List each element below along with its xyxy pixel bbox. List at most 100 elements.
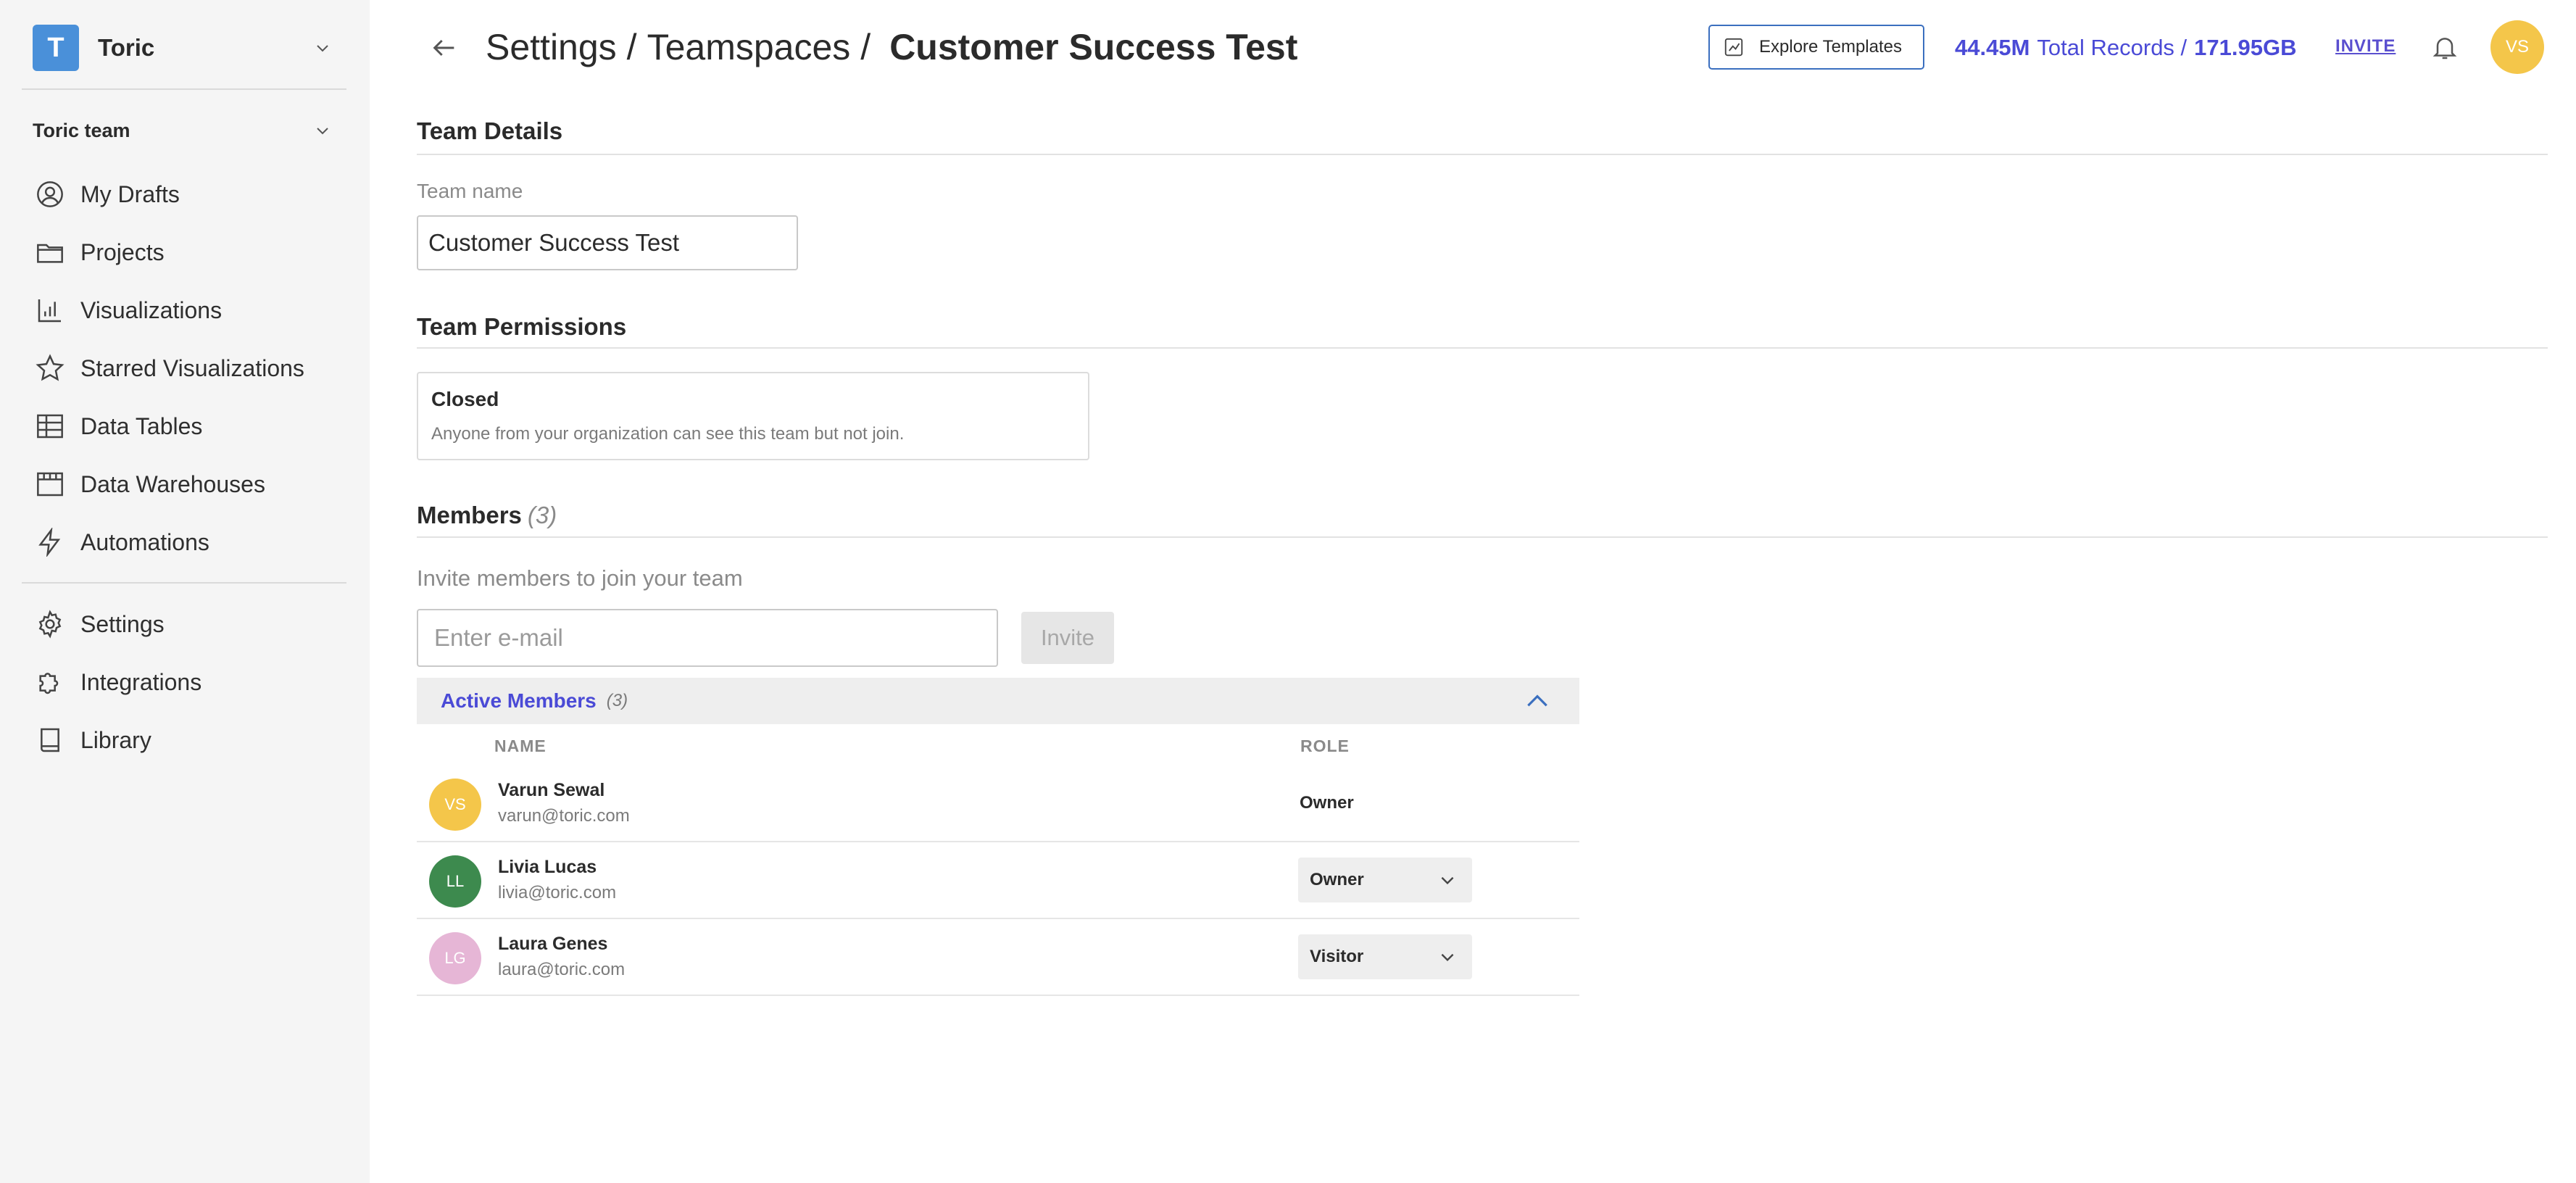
- member-name: Livia Lucas: [498, 857, 597, 877]
- folder-icon: [33, 235, 67, 270]
- sidebar-item-label: Starred Visualizations: [80, 354, 304, 381]
- members-title-text: Members: [417, 502, 522, 528]
- warehouse-icon: [33, 467, 67, 502]
- sidebar-item-visualizations[interactable]: Visualizations: [33, 287, 344, 333]
- role-select[interactable]: Owner: [1298, 858, 1472, 902]
- chevron-up-icon: [1523, 686, 1552, 715]
- sidebar-item-projects[interactable]: Projects: [33, 229, 344, 275]
- permission-description: Anyone from your organization can see th…: [431, 424, 905, 444]
- active-members-count: (3): [606, 691, 628, 710]
- sidebar-item-label: Data Warehouses: [80, 470, 265, 497]
- active-members-header[interactable]: Active Members (3): [417, 678, 1579, 724]
- section-divider: [417, 154, 2548, 155]
- user-circle-icon: [33, 177, 67, 212]
- chevron-down-icon: [308, 116, 337, 145]
- sidebar-item-label: Settings: [80, 610, 165, 637]
- sidebar-item-label: Data Tables: [80, 412, 203, 439]
- avatar: LG: [429, 932, 481, 984]
- sidebar-item-starred-visualizations[interactable]: Starred Visualizations: [33, 345, 344, 391]
- sidebar-item-my-drafts[interactable]: My Drafts: [33, 171, 344, 217]
- invite-button[interactable]: Invite: [1021, 612, 1114, 664]
- workspace-name: Toric: [98, 34, 155, 61]
- breadcrumb: Settings / Teamspaces / Customer Success…: [486, 23, 1297, 71]
- permission-title: Closed: [431, 388, 499, 410]
- member-name: Varun Sewal: [498, 780, 605, 800]
- members-count: (3): [527, 502, 557, 528]
- bolt-icon: [33, 525, 67, 560]
- permission-option-closed[interactable]: Closed Anyone from your organization can…: [417, 372, 1089, 460]
- sidebar-item-data-warehouses[interactable]: Data Warehouses: [33, 461, 344, 507]
- role-select-value: Owner: [1310, 870, 1364, 889]
- member-row: VS Varun Sewal varun@toric.com Owner: [417, 765, 1579, 842]
- members-title: Members (3): [417, 502, 557, 529]
- arrow-left-icon: [433, 39, 454, 57]
- records-label: Total Records /: [2037, 35, 2187, 60]
- storage-size: 171.95GB: [2194, 35, 2297, 60]
- explore-templates-label: Explore Templates: [1759, 37, 1902, 57]
- chevron-down-icon: [1433, 866, 1462, 894]
- member-email: varun@toric.com: [498, 806, 630, 826]
- column-header-role: ROLE: [1300, 736, 1350, 755]
- page-title: Customer Success Test: [889, 27, 1298, 67]
- sidebar: T Toric Toric team My Drafts Projects Vi…: [0, 0, 370, 1183]
- sidebar-item-automations[interactable]: Automations: [33, 519, 344, 565]
- records-summary: 44.45M Total Records / 171.95GB: [1955, 32, 2297, 64]
- member-email: livia@toric.com: [498, 883, 617, 902]
- notifications-button[interactable]: [2427, 29, 2463, 65]
- sidebar-divider: [22, 582, 346, 584]
- sidebar-item-settings[interactable]: Settings: [33, 601, 344, 647]
- sidebar-item-integrations[interactable]: Integrations: [33, 659, 344, 705]
- book-icon: [33, 723, 67, 757]
- team-name-label: Team name: [417, 180, 523, 202]
- breadcrumb-separator: /: [626, 27, 637, 67]
- member-role: Owner: [1300, 793, 1354, 813]
- sidebar-item-label: My Drafts: [80, 180, 180, 207]
- chevron-down-icon: [308, 33, 337, 62]
- member-name: Laura Genes: [498, 934, 608, 954]
- team-switcher[interactable]: Toric team: [33, 115, 337, 146]
- section-divider: [417, 536, 2548, 538]
- column-header-name: NAME: [494, 736, 547, 755]
- sidebar-item-label: Library: [80, 726, 151, 753]
- role-select-value: Visitor: [1310, 947, 1364, 966]
- sidebar-item-label: Visualizations: [80, 296, 223, 323]
- breadcrumb-teamspaces[interactable]: Teamspaces: [647, 26, 851, 68]
- records-count: 44.45M: [1955, 35, 2030, 60]
- avatar: VS: [429, 779, 481, 831]
- member-row: LL Livia Lucas livia@toric.com Owner: [417, 842, 1579, 919]
- invite-link[interactable]: INVITE: [2335, 36, 2396, 57]
- chevron-down-icon: [1433, 942, 1462, 971]
- invite-prompt: Invite members to join your team: [417, 565, 743, 591]
- gear-icon: [33, 607, 67, 642]
- breadcrumb-settings[interactable]: Settings: [486, 26, 617, 68]
- team-name: Toric team: [33, 119, 130, 141]
- bell-icon: [2432, 38, 2457, 59]
- sidebar-item-data-tables[interactable]: Data Tables: [33, 403, 344, 449]
- puzzle-icon: [33, 665, 67, 700]
- back-button[interactable]: [424, 28, 465, 68]
- sidebar-divider: [22, 88, 346, 90]
- avatar: LL: [429, 855, 481, 908]
- sidebar-item-label: Integrations: [80, 668, 202, 695]
- sidebar-item-label: Projects: [80, 238, 165, 265]
- team-details-title: Team Details: [417, 117, 563, 144]
- workspace-logo: T: [33, 25, 79, 71]
- member-email: laura@toric.com: [498, 960, 626, 979]
- explore-templates-button[interactable]: Explore Templates: [1708, 25, 1924, 70]
- section-divider: [417, 347, 2548, 349]
- role-select[interactable]: Visitor: [1298, 934, 1472, 979]
- member-row: LG Laura Genes laura@toric.com Visitor: [417, 919, 1579, 996]
- workspace-switcher[interactable]: T Toric: [33, 25, 337, 71]
- email-input[interactable]: [417, 609, 998, 667]
- active-members-title: Active Members: [441, 689, 597, 712]
- template-icon: [1723, 36, 1746, 59]
- breadcrumb-separator: /: [860, 27, 871, 67]
- sidebar-item-library[interactable]: Library: [33, 717, 344, 763]
- chart-icon: [33, 293, 67, 328]
- star-icon: [33, 351, 67, 386]
- table-icon: [33, 409, 67, 444]
- sidebar-item-label: Automations: [80, 528, 209, 555]
- user-avatar[interactable]: VS: [2490, 20, 2544, 74]
- team-permissions-title: Team Permissions: [417, 313, 627, 340]
- team-name-input[interactable]: [417, 215, 798, 270]
